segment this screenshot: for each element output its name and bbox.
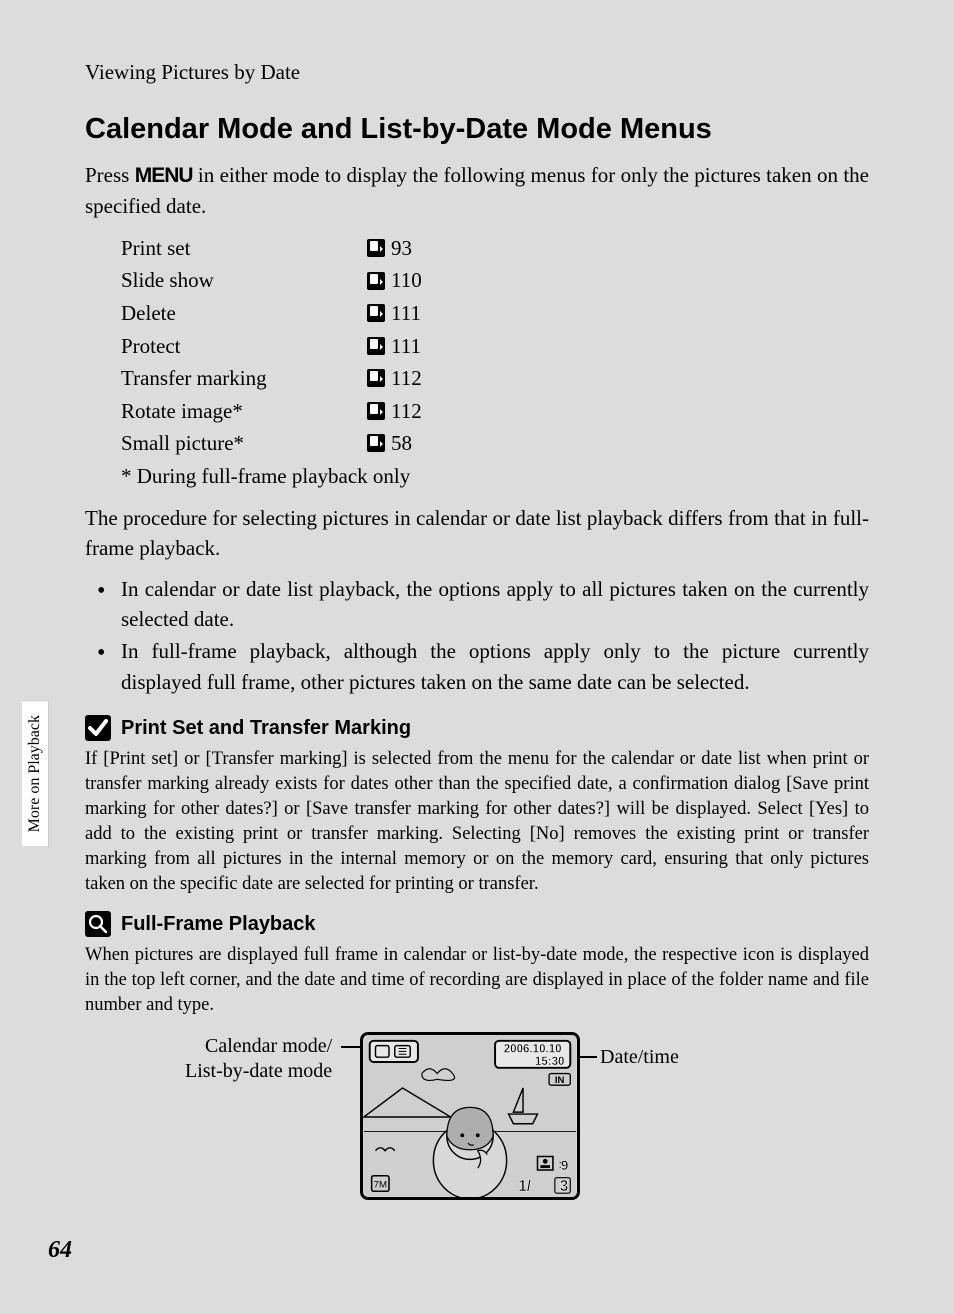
leader-line-right: [579, 1056, 597, 1058]
screen-date: 2006.10.10: [504, 1043, 562, 1055]
intro-b: in either mode to display the following …: [85, 163, 869, 218]
menu-row: Small picture* 58: [121, 427, 869, 460]
bullet-list: In calendar or date list playback, the o…: [93, 574, 869, 698]
intro-paragraph: Press MENU in either mode to display the…: [85, 160, 869, 222]
illustration: Calendar mode/ List-by-date mode Date/ti…: [85, 1032, 869, 1232]
menu-item-label: Rotate image*: [121, 395, 361, 428]
menu-row: Rotate image* 112: [121, 395, 869, 428]
screen-time: 15:30: [535, 1056, 565, 1068]
page-ref-icon: [361, 272, 391, 290]
menu-item-page: 110: [391, 264, 422, 297]
check-icon: [85, 715, 111, 741]
menu-item-label: Print set: [121, 232, 361, 265]
note-body: If [Print set] or [Transfer marking] is …: [85, 747, 869, 897]
bullet-item: In full-frame playback, although the opt…: [93, 636, 869, 697]
camera-screen: 2006.10.10 15:30 IN 7M : 9 1/ 3: [360, 1032, 580, 1200]
menu-item-label: Protect: [121, 330, 361, 363]
menu-row: Protect 111: [121, 330, 869, 363]
menu-row: Print set 93: [121, 232, 869, 265]
menu-item-page: 93: [391, 232, 412, 265]
note-body: When pictures are displayed full frame i…: [85, 943, 869, 1018]
menu-item-page: 58: [391, 427, 412, 460]
menu-item-page: 111: [391, 330, 421, 363]
menu-row: Slide show 110: [121, 264, 869, 297]
menu-row: Delete 111: [121, 297, 869, 330]
side-tab: More on Playback: [22, 700, 49, 847]
paragraph-2: The procedure for selecting pictures in …: [85, 503, 869, 564]
svg-text:9: 9: [561, 1158, 569, 1173]
svg-text:7M: 7M: [374, 1179, 387, 1190]
menu-row: Transfer marking 112: [121, 362, 869, 395]
menu-item-page: 111: [391, 297, 421, 330]
bullet-item: In calendar or date list playback, the o…: [93, 574, 869, 635]
screen-counter: 1/: [518, 1178, 532, 1195]
page-ref-icon: [361, 239, 391, 257]
page-header: Viewing Pictures by Date: [85, 60, 869, 85]
info-icon: [85, 911, 111, 937]
page-ref-icon: [361, 304, 391, 322]
note-full-frame: Full-Frame Playback When pictures are di…: [85, 911, 869, 1018]
note-title: Print Set and Transfer Marking: [121, 717, 411, 740]
menu-item-label: Delete: [121, 297, 361, 330]
menu-item-label: Transfer marking: [121, 362, 361, 395]
note-print-transfer: Print Set and Transfer Marking If [Print…: [85, 715, 869, 897]
page-ref-icon: [361, 434, 391, 452]
label-calendar-mode: Calendar mode/ List-by-date mode: [185, 1034, 332, 1084]
menu-item-page: 112: [391, 362, 422, 395]
intro-a: Press: [85, 163, 135, 187]
page-number: 64: [48, 1237, 72, 1264]
menu-item-page: 112: [391, 395, 422, 428]
label-date-time: Date/time: [600, 1046, 679, 1069]
label-line-1: Calendar mode/: [205, 1035, 332, 1057]
menu-item-label: Small picture*: [121, 427, 361, 460]
footnote: * During full-frame playback only: [121, 464, 869, 489]
page-ref-icon: [361, 337, 391, 355]
menu-item-label: Slide show: [121, 264, 361, 297]
label-line-2: List-by-date mode: [185, 1060, 332, 1082]
leader-line-left: [341, 1046, 361, 1048]
section-title: Calendar Mode and List-by-Date Mode Menu…: [85, 113, 869, 146]
menu-button-label: MENU: [135, 164, 193, 187]
screen-in: IN: [555, 1075, 565, 1086]
page-ref-icon: [361, 369, 391, 387]
page-ref-icon: [361, 402, 391, 420]
note-title: Full-Frame Playback: [121, 913, 316, 936]
menu-list: Print set 93 Slide show 110 Delete 111 P…: [121, 232, 869, 460]
